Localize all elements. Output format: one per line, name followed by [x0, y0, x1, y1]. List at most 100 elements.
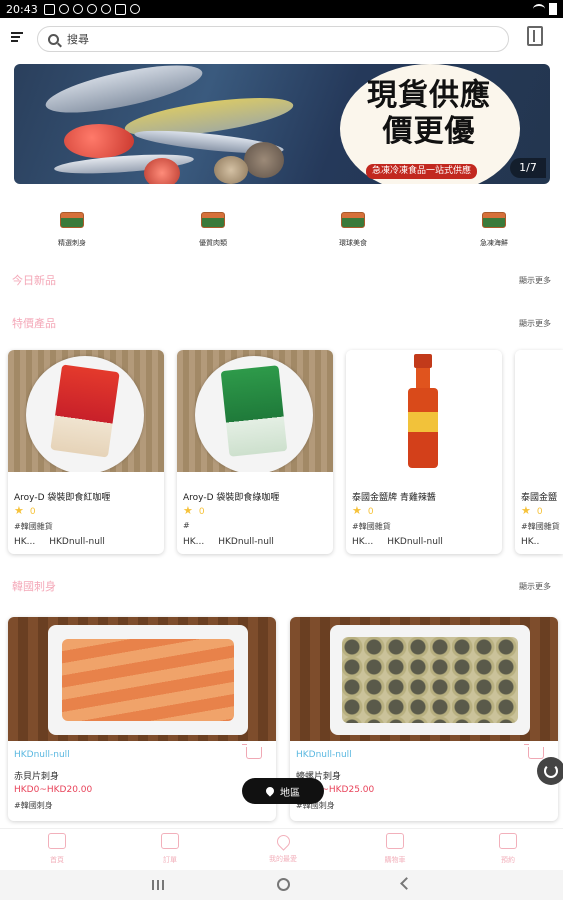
battery-icon	[549, 3, 557, 15]
category-food-icon	[341, 212, 365, 228]
product-image	[8, 350, 164, 472]
section-title-featured: 特價產品	[12, 317, 56, 330]
product-price: HK..	[521, 537, 539, 547]
rating-value: 0	[29, 507, 36, 517]
nav-label: 首頁	[50, 856, 64, 864]
wifi-icon	[533, 4, 545, 14]
category-item-meat[interactable]: 優質肉類	[183, 212, 243, 248]
category-item-global[interactable]: 環球美食	[323, 212, 383, 248]
product-card[interactable]: HKDnull-null 赤貝片刺身 HKD0~HKD20.00 #韓國刺身	[8, 617, 276, 821]
banner-title-line2: 價更優	[382, 114, 476, 149]
product-card[interactable]: Aroy-D 袋裝即食綠咖喱 ★ 0 # HK... HKDnull-null	[177, 350, 333, 554]
banner-shell-image	[214, 156, 248, 184]
product-tag: #韓國雜貨	[521, 522, 560, 531]
region-map-button[interactable]: 地區	[242, 778, 324, 804]
nav-booking[interactable]: 預約	[473, 831, 543, 865]
refresh-icon[interactable]	[537, 757, 563, 785]
dot-icon	[129, 4, 140, 14]
rating-value: 0	[367, 507, 374, 517]
price-left: HK...	[14, 537, 36, 547]
banner-title-line1: 現貨供應	[367, 78, 491, 113]
store-icon	[48, 833, 66, 849]
product-image	[346, 350, 502, 472]
category-item-sashimi[interactable]: 精選刺身	[42, 212, 102, 248]
search-bar[interactable]	[37, 26, 509, 52]
category-food-icon	[201, 212, 225, 228]
product-card[interactable]: Aroy-D 袋裝即食紅咖喱 ★ 0 #韓國雜貨 HK... HKDnull-nul…	[8, 350, 164, 554]
mail-icon	[161, 833, 179, 849]
nav-home[interactable]: 首頁	[22, 831, 92, 865]
rating-value: 0	[198, 507, 205, 517]
section-title-korean-sashimi: 韓國刺身	[12, 580, 56, 593]
product-name: Aroy-D 袋裝即食紅咖喱	[14, 493, 111, 503]
sync-icon-2	[100, 4, 111, 14]
product-card[interactable]: 泰國金鹽 ★ 0 #韓國雜貨 HK..	[515, 350, 563, 554]
product-name: Aroy-D 袋裝即食綠咖喱	[183, 493, 280, 503]
banner-subtitle: 急凍冷凍食品一站式供應	[366, 164, 478, 179]
price-right: HKDnull-null	[49, 537, 105, 547]
nav-label: 購物車	[384, 856, 406, 864]
product-tag: #韓國刺身	[14, 801, 53, 810]
category-label: 精選刺身	[58, 239, 86, 247]
location-pin-icon	[264, 785, 276, 797]
product-rating: ★ 0	[183, 504, 205, 517]
add-to-cart-icon[interactable]	[524, 744, 544, 759]
banner-page-counter: 1/7	[510, 158, 546, 178]
rating-value: 0	[536, 507, 543, 517]
nav-favorites[interactable]: 我的最愛	[248, 831, 318, 864]
category-food-icon	[482, 212, 506, 228]
top-bar	[0, 18, 563, 58]
nav-label: 預約	[501, 856, 515, 864]
price-right: HKDnull-null	[387, 537, 443, 547]
product-tag: #韓國雜貨	[352, 522, 391, 531]
product-rating: ★ 0	[521, 504, 543, 517]
calendar-icon	[499, 833, 517, 849]
product-name: 赤貝片刺身	[14, 772, 60, 782]
banner-fish-image	[144, 158, 180, 184]
product-card[interactable]: HKDnull-null 蠔螺片刺身 HKD0~HKD25.00 #韓國刺身	[290, 617, 558, 821]
price-right: HKDnull-null	[218, 537, 274, 547]
product-name: 泰國金鹽牌 青雞辣醬	[352, 493, 436, 503]
price-left: HK..	[521, 537, 540, 547]
promo-banner[interactable]: 現貨供應 價更優 急凍冷凍食品一站式供應 1/7	[14, 64, 550, 184]
nav-orders[interactable]: 訂單	[135, 831, 205, 865]
status-notification-icons	[43, 3, 140, 15]
featured-products-row: Aroy-D 袋裝即食紅咖喱 ★ 0 #韓國雜貨 HK... HKDnull-nul…	[0, 350, 563, 554]
product-image	[515, 350, 563, 472]
banner-title: 現貨供應 價更優	[354, 78, 504, 150]
status-time: 20:43	[6, 2, 38, 16]
product-rating: ★ 0	[14, 504, 36, 517]
sync-icon	[86, 4, 97, 14]
category-item-seafood[interactable]: 急凍海鮮	[464, 212, 524, 248]
product-price-range: HKDnull-null	[296, 750, 352, 760]
show-more-today-new[interactable]: 顯示更多	[519, 275, 551, 286]
nav-label: 我的最愛	[269, 855, 297, 863]
product-card[interactable]: 泰國金鹽牌 青雞辣醬 ★ 0 #韓國雜貨 HK... HKDnull-null	[346, 350, 502, 554]
add-to-cart-icon[interactable]	[242, 744, 262, 759]
book-map-icon[interactable]	[527, 26, 543, 46]
system-navigation-bar	[0, 870, 563, 900]
product-tag: #	[183, 521, 190, 530]
product-rating: ★ 0	[352, 504, 374, 517]
bottom-navigation: 首頁 訂單 我的最愛 購物車 預約	[0, 828, 563, 870]
show-more-featured[interactable]: 顯示更多	[519, 318, 551, 329]
show-more-korean-sashimi[interactable]: 顯示更多	[519, 581, 551, 592]
product-name: 泰國金鹽	[521, 493, 558, 503]
category-row: 精選刺身 優質肉類 環球美食 急凍海鮮	[0, 212, 563, 256]
recent-apps-icon[interactable]	[152, 880, 164, 890]
nav-cart[interactable]: 購物車	[360, 831, 430, 865]
home-icon[interactable]	[277, 878, 290, 891]
price-left: HK...	[183, 537, 205, 547]
search-input[interactable]	[67, 32, 467, 46]
back-icon[interactable]	[400, 877, 413, 890]
menu-icon[interactable]	[11, 32, 23, 42]
search-icon	[48, 33, 59, 45]
cart-icon	[386, 833, 404, 849]
nav-label: 訂單	[163, 856, 177, 864]
heart-icon	[273, 832, 293, 851]
product-price: HK... HKDnull-null	[183, 537, 274, 547]
category-label: 環球美食	[339, 239, 367, 247]
product-price: HK... HKDnull-null	[352, 537, 443, 547]
status-bar: 20:43	[0, 0, 563, 18]
category-food-icon	[60, 212, 84, 228]
